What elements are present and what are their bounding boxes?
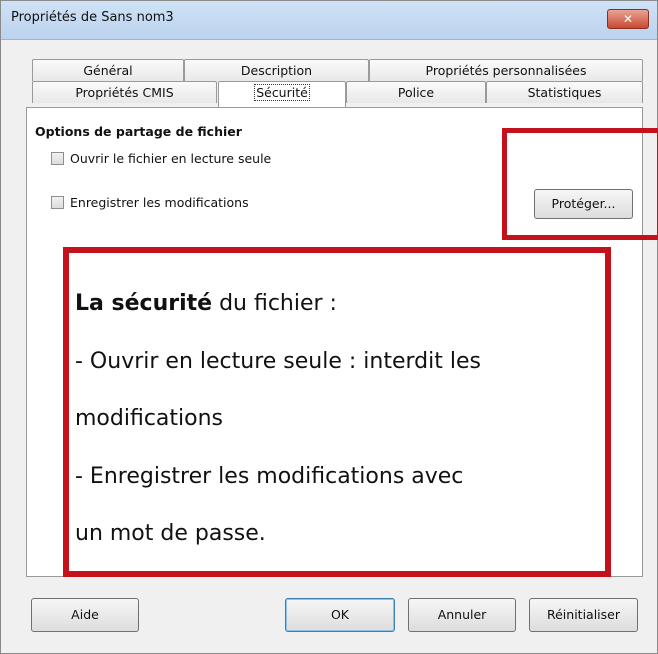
tab-general[interactable]: Général bbox=[32, 59, 184, 81]
window-title: Propriétés de Sans nom3 bbox=[11, 10, 174, 25]
readonly-label: Ouvrir le fichier en lecture seule bbox=[70, 151, 272, 166]
highlight-rectangle bbox=[502, 128, 658, 240]
tab-cmis-properties[interactable]: Propriétés CMIS bbox=[32, 81, 217, 103]
title-bar: Propriétés de Sans nom3 ✕ bbox=[1, 1, 657, 40]
callout-bold: La sécurité bbox=[75, 291, 213, 316]
ok-button[interactable]: OK bbox=[285, 598, 395, 632]
callout-line-2: - Ouvrir en lecture seule : interdit les bbox=[75, 349, 481, 374]
cancel-button[interactable]: Annuler bbox=[408, 598, 516, 632]
readonly-checkbox[interactable] bbox=[51, 152, 64, 165]
callout-line-5: un mot de passe. bbox=[75, 521, 266, 546]
callout-line-4: - Enregistrer les modifications avec bbox=[75, 464, 464, 489]
record-changes-label: Enregistrer les modifications bbox=[70, 195, 249, 210]
readonly-option[interactable]: Ouvrir le fichier en lecture seule bbox=[51, 151, 271, 166]
tab-font[interactable]: Police bbox=[346, 81, 486, 103]
callout-line-1-rest: du fichier : bbox=[212, 291, 337, 316]
callout-line-3: modifications bbox=[75, 406, 224, 431]
tab-statistics[interactable]: Statistiques bbox=[486, 81, 643, 103]
tab-strip: Général Description Propriétés personnal… bbox=[32, 59, 643, 107]
tab-custom-properties[interactable]: Propriétés personnalisées bbox=[369, 59, 643, 81]
annotation-callout: La sécurité du fichier : - Ouvrir en lec… bbox=[63, 247, 611, 577]
record-changes-option[interactable]: Enregistrer les modifications bbox=[51, 195, 249, 210]
reset-button[interactable]: Réinitialiser bbox=[529, 598, 638, 632]
tab-description[interactable]: Description bbox=[184, 59, 369, 81]
close-button[interactable]: ✕ bbox=[607, 9, 649, 29]
record-changes-checkbox[interactable] bbox=[51, 196, 64, 209]
help-button[interactable]: Aide bbox=[31, 598, 139, 632]
callout-line-1: La sécurité du fichier : bbox=[75, 291, 337, 316]
tab-security[interactable]: Sécurité bbox=[218, 81, 346, 107]
section-title: Options de partage de fichier bbox=[35, 124, 242, 139]
